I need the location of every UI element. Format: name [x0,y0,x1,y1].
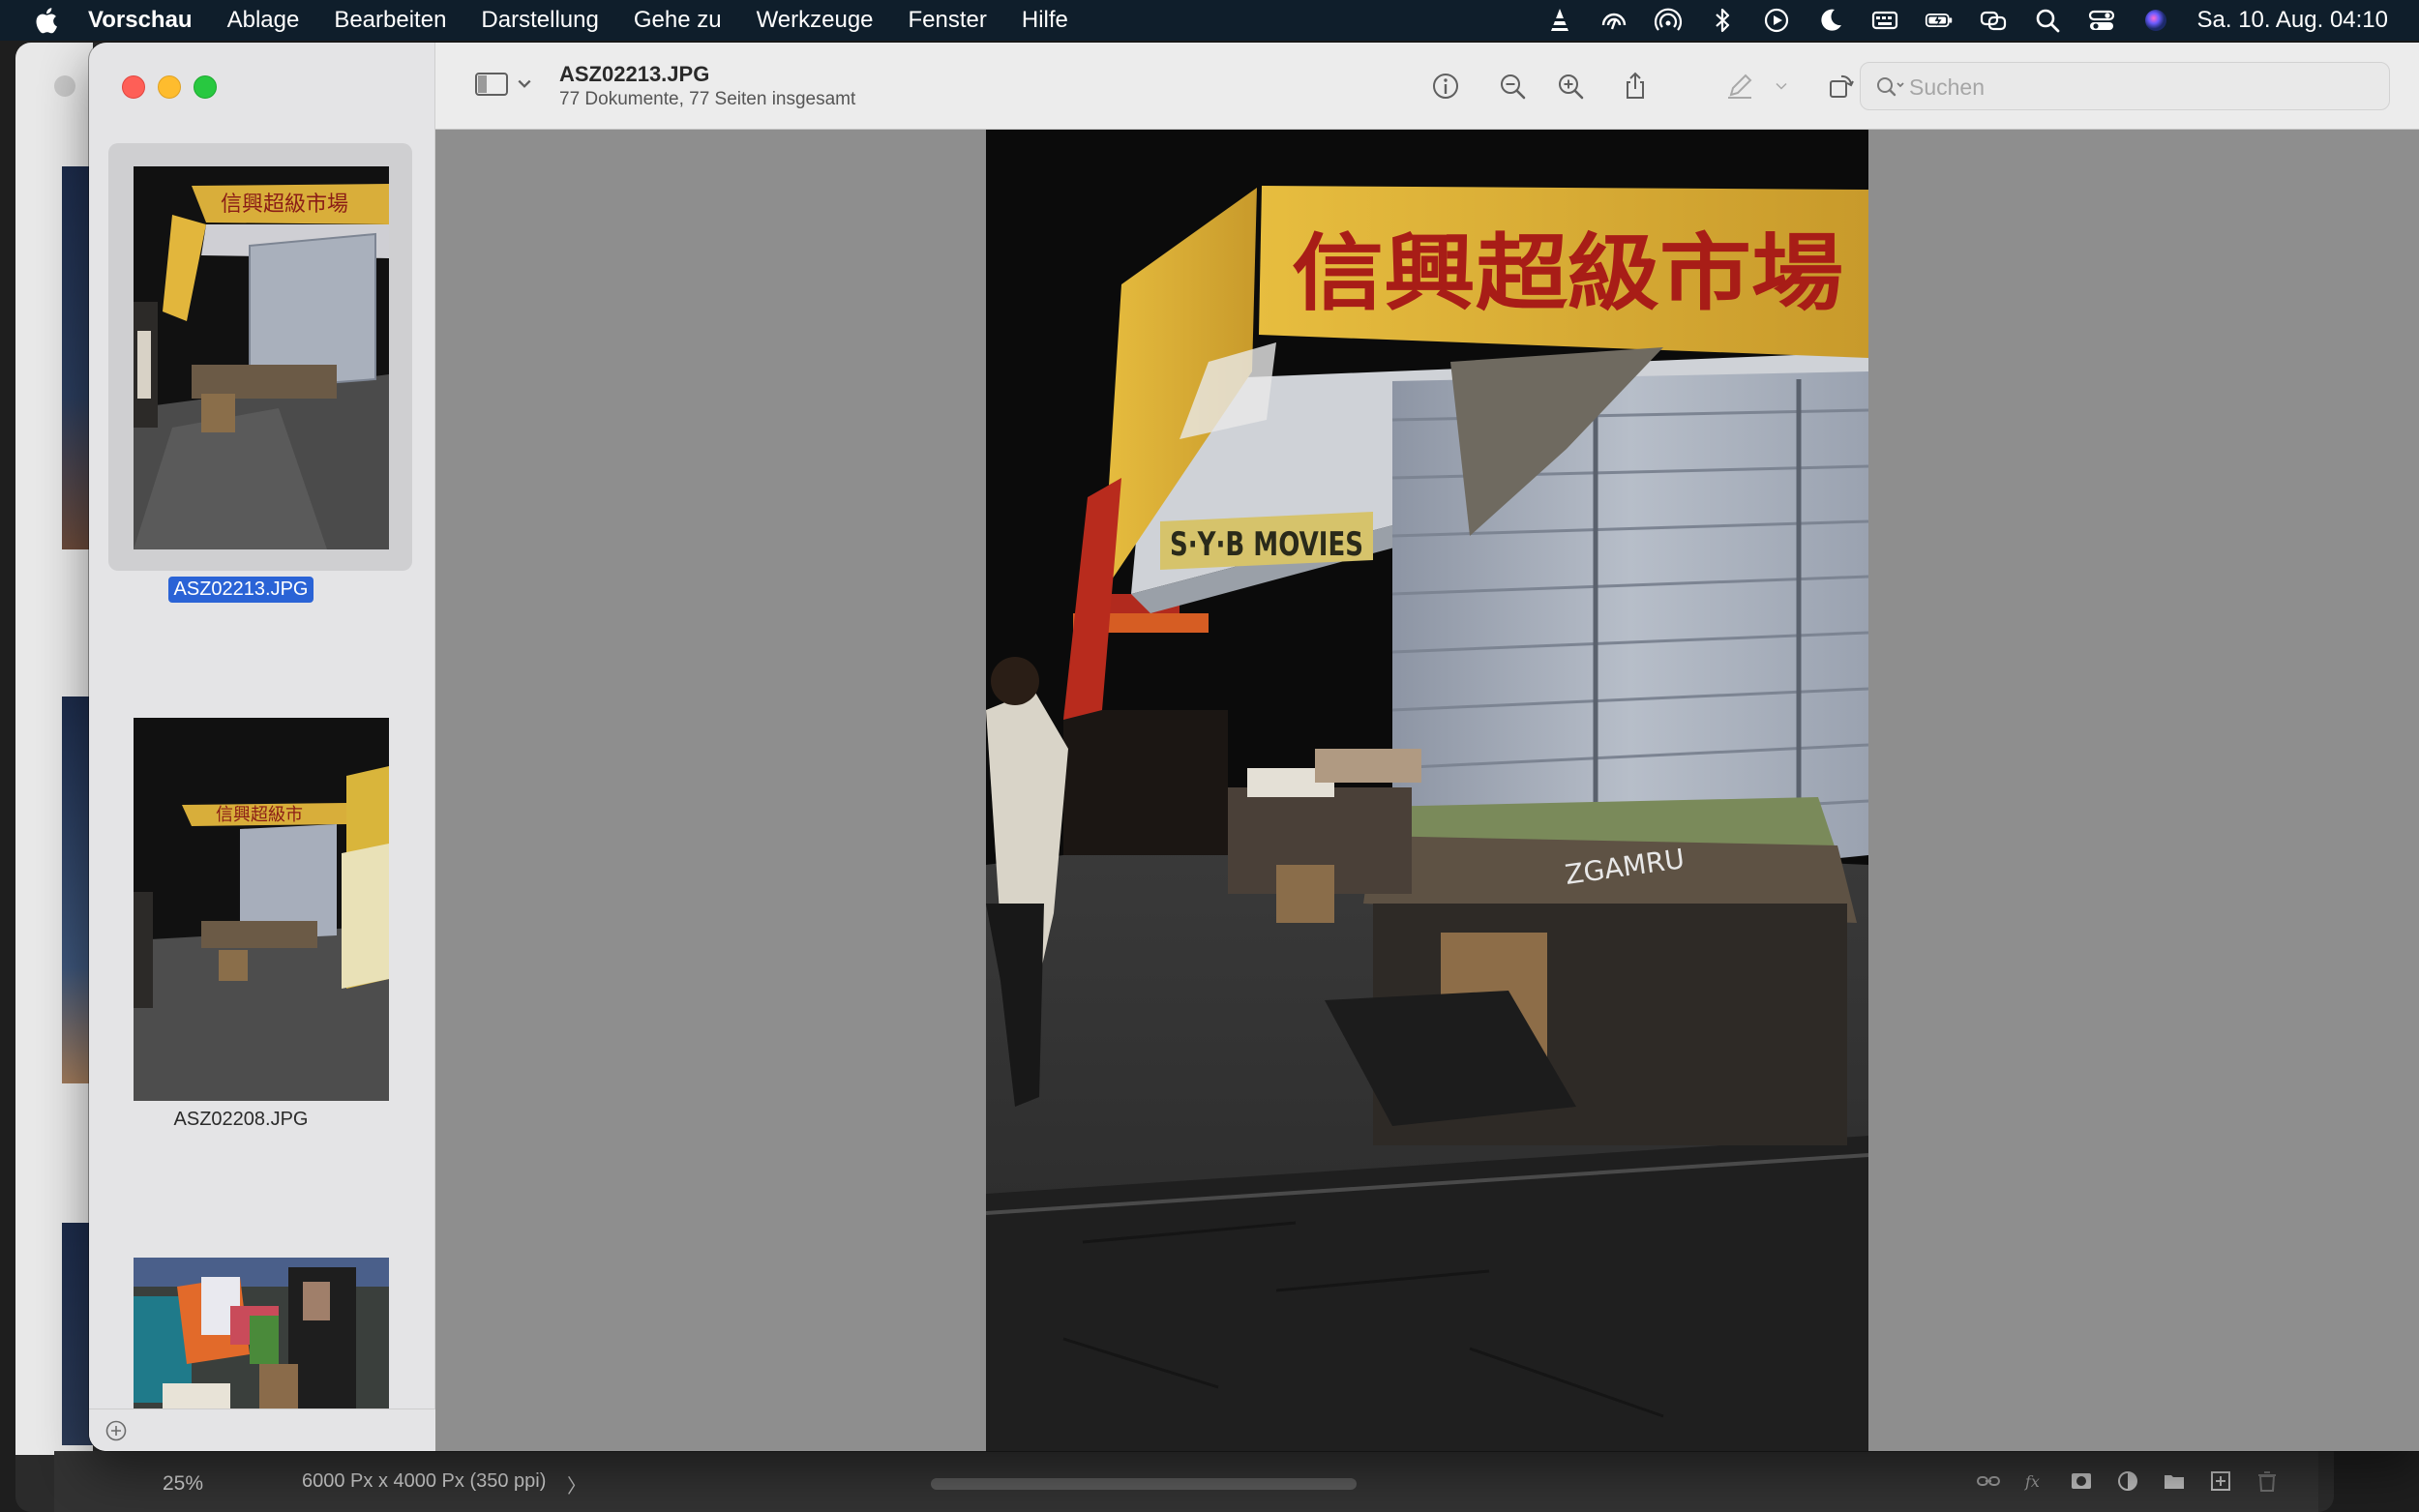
svg-text:fx: fx [2024,1472,2040,1491]
sidebar-icon [475,73,508,96]
menu-app-name[interactable]: Vorschau [88,7,193,34]
menu-fenster[interactable]: Fenster [909,7,987,34]
zoom-in-icon[interactable] [1554,70,1587,103]
adjustment-icon[interactable] [2115,1468,2140,1494]
menu-bar: Vorschau Ablage Bearbeiten Darstellung G… [0,0,2419,41]
minimize-button[interactable] [158,75,181,99]
sidebar-footer [89,1408,435,1451]
image-dimensions: 6000 Px x 4000 Px (350 ppi) [302,1470,547,1492]
horizontal-scrollbar[interactable] [931,1478,1357,1490]
moon-icon[interactable] [1816,6,1845,35]
folder-icon[interactable] [2162,1468,2187,1494]
close-button[interactable] [122,75,145,99]
sign-text: 信興超級市場 [1292,225,1843,322]
link-icon[interactable] [1976,1468,2001,1494]
window-toolbar: ASZ02213.JPG 77 Dokumente, 77 Seiten ins… [435,43,2419,130]
preview-window: 信興超級市場 ASZ02213.JPG 信興超級市 ASZ02208.JPG A… [89,43,2419,1451]
search-icon[interactable] [2033,6,2062,35]
menu-bearbeiten[interactable]: Bearbeiten [334,7,446,34]
banner-text: S·Y·B MOVIES [1170,525,1363,564]
layer-tools: fx [1976,1468,2280,1494]
background-status-bar: 25% 6000 Px x 4000 Px (350 ppi) 〉 fx [54,1451,2318,1512]
thumbnail-label[interactable]: ASZ02208.JPG [168,1107,314,1133]
menu-gehe-zu[interactable]: Gehe zu [634,7,722,34]
zoom-level[interactable]: 25% [163,1472,203,1496]
thumbnail-item[interactable]: 信興超級市場 [108,143,412,571]
fx-icon[interactable]: fx [2022,1468,2047,1494]
maximize-button[interactable] [194,75,217,99]
control-center-icon[interactable] [2087,6,2116,35]
wifi-calling-icon[interactable] [1599,6,1628,35]
main-photo[interactable]: 信興超級市場 S·Y·B MOVIES ZGAMRU [986,130,1868,1451]
play-icon[interactable] [1762,6,1791,35]
status-area: Sa. 10. Aug. 04:10 [1520,0,2389,41]
share-icon[interactable] [1619,70,1652,103]
siri-icon[interactable] [2141,6,2170,35]
svg-text:信興超級市: 信興超級市 [216,805,303,825]
document-view[interactable]: 信興超級市場 S·Y·B MOVIES ZGAMRU [435,130,2419,1451]
thumbnail-sidebar: 信興超級市場 ASZ02213.JPG 信興超級市 ASZ02208.JPG [89,43,435,1451]
markup-pen-icon[interactable] [1723,70,1756,103]
chevron-down-icon[interactable] [1769,70,1794,103]
screen-mirroring-icon[interactable] [1979,6,2008,35]
thumbnail-label-selected[interactable]: ASZ02213.JPG [167,577,314,603]
thumbnail-image: 信興超級市 [134,718,389,1101]
document-title: ASZ02213.JPG [559,62,710,86]
mask-icon[interactable] [2069,1468,2094,1494]
thumbnail-image [134,1258,389,1428]
menu-darstellung[interactable]: Darstellung [481,7,598,34]
chevron-right-icon[interactable]: 〉 [567,1470,586,1498]
bluetooth-icon[interactable] [1708,6,1737,35]
thumbnail-item[interactable]: 信興超級市 [108,716,412,1103]
chevron-down-icon [518,79,531,88]
search-field[interactable] [1860,62,2390,110]
thumbnail-caption: ASZ02208.JPG [89,1107,393,1133]
apple-menu-icon[interactable] [32,6,59,35]
airdrop-icon[interactable] [1654,6,1683,35]
rotate-icon[interactable] [1825,70,1858,103]
menu-ablage[interactable]: Ablage [227,7,300,34]
zoom-out-icon[interactable] [1496,70,1529,103]
battery-icon[interactable] [1925,6,1954,35]
menu-werkzeuge[interactable]: Werkzeuge [757,7,874,34]
info-icon[interactable] [1429,70,1462,103]
search-input[interactable] [1909,71,2374,104]
svg-text:信興超級市場: 信興超級市場 [221,193,348,217]
trash-icon[interactable] [2255,1468,2280,1494]
vlc-icon[interactable] [1545,6,1574,35]
thumbnail-caption: ASZ02213.JPG [89,577,393,603]
sidebar-toggle-button[interactable] [474,70,532,99]
new-layer-icon[interactable] [2208,1468,2233,1494]
add-page-icon[interactable] [105,1419,128,1442]
menu-hilfe[interactable]: Hilfe [1022,7,1068,34]
menubar-clock[interactable]: Sa. 10. Aug. 04:10 [2197,7,2389,34]
window-controls [122,75,217,99]
thumbnail-item[interactable] [108,1256,412,1430]
background-traffic-lights [54,75,75,97]
thumbnail-image: 信興超級市場 [134,166,389,549]
search-icon [1877,77,1904,97]
document-subtitle: 77 Dokumente, 77 Seiten insgesamt [559,89,856,109]
keyboard-icon[interactable] [1870,6,1899,35]
